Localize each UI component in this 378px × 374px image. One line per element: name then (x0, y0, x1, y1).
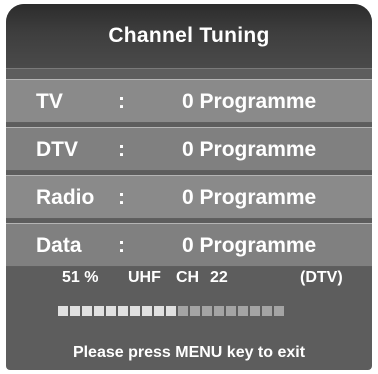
progress-segment (166, 306, 176, 316)
row-radio: Radio : 0 Programme (6, 175, 372, 219)
scan-percent: 51 % (62, 269, 99, 286)
row-label: TV (36, 90, 63, 113)
progress-segment (238, 306, 248, 316)
row-tv: TV : 0 Programme (6, 79, 372, 123)
row-label: Radio (36, 186, 95, 209)
progress-segment (202, 306, 212, 316)
row-value: 0 Programme (182, 234, 317, 257)
scan-progress-bar (58, 306, 284, 316)
row-label: Data (36, 234, 82, 257)
progress-segment (130, 306, 140, 316)
channel-number: 22 (210, 269, 228, 286)
row-value: 0 Programme (182, 90, 317, 113)
progress-segment (250, 306, 260, 316)
scan-mode: (DTV) (300, 269, 343, 286)
progress-segment (226, 306, 236, 316)
progress-segment (58, 306, 68, 316)
row-value: 0 Programme (182, 138, 317, 161)
channel-tuning-dialog: Channel Tuning TV : 0 Programme DTV : 0 … (6, 4, 372, 370)
progress-segment (274, 306, 284, 316)
dialog-title: Channel Tuning (108, 24, 270, 47)
row-separator: : (118, 138, 125, 161)
row-separator: : (118, 186, 125, 209)
row-value: 0 Programme (182, 186, 317, 209)
progress-segment (154, 306, 164, 316)
row-dtv: DTV : 0 Programme (6, 127, 372, 171)
progress-segment (70, 306, 80, 316)
band-label: UHF (128, 269, 161, 286)
progress-segment (178, 306, 188, 316)
channel-label: CH (176, 269, 200, 286)
progress-segment (106, 306, 116, 316)
progress-segment (190, 306, 200, 316)
row-data: Data : 0 Programme (6, 223, 372, 267)
progress-segment (82, 306, 92, 316)
row-separator: : (118, 234, 125, 257)
row-separator: : (118, 90, 125, 113)
progress-segment (142, 306, 152, 316)
exit-hint: Please press MENU key to exit (72, 344, 306, 361)
row-label: DTV (36, 138, 78, 161)
progress-segment (94, 306, 104, 316)
title-bar: Channel Tuning (6, 4, 372, 69)
progress-segment (118, 306, 128, 316)
progress-segment (214, 306, 224, 316)
progress-segment (262, 306, 272, 316)
